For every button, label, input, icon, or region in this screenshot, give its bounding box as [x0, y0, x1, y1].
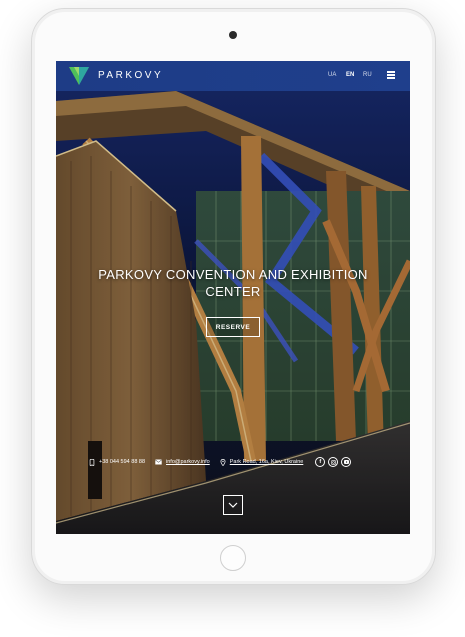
lang-en[interactable]: EN — [346, 72, 354, 78]
logo-text[interactable]: PARKOVY — [98, 70, 163, 81]
contact-email[interactable]: info@parkovy.info — [155, 459, 210, 465]
hamburger-menu-icon[interactable] — [387, 71, 395, 79]
hero-title: PARKOVY CONVENTION AND EXHIBITION CENTER — [76, 266, 390, 300]
facebook-icon[interactable]: f — [315, 457, 326, 467]
contact-phone[interactable]: +38 044 594 88 88 — [89, 458, 146, 466]
address-link[interactable]: Park Road, 16a, Kiev, Ukraine — [230, 459, 304, 465]
reserve-button[interactable]: RESERVE — [206, 317, 260, 337]
email-link[interactable]: info@parkovy.info — [166, 459, 210, 465]
lang-ru[interactable]: RU — [363, 72, 372, 78]
tablet-device: PARKOVY UA EN RU PARKOVY CONVENTION AND … — [31, 8, 436, 585]
front-camera — [229, 31, 237, 39]
parkovy-logo-icon[interactable] — [69, 67, 89, 85]
contact-address[interactable]: Park Road, 16a, Kiev, Ukraine — [220, 458, 304, 466]
home-button[interactable] — [220, 545, 246, 571]
scroll-down-button[interactable] — [223, 495, 243, 515]
phone-number: +38 044 594 88 88 — [99, 459, 146, 465]
phone-icon — [89, 458, 95, 466]
instagram-icon[interactable] — [328, 457, 339, 467]
hero-title-line2: CENTER — [205, 284, 261, 299]
mail-icon — [155, 459, 162, 465]
tablet-screen: PARKOVY UA EN RU PARKOVY CONVENTION AND … — [56, 61, 410, 534]
youtube-icon[interactable] — [341, 457, 352, 467]
lang-ua[interactable]: UA — [328, 72, 336, 78]
location-pin-icon — [220, 458, 226, 466]
social-links: f — [315, 457, 354, 467]
chevron-down-icon — [228, 502, 238, 508]
hero-title-line1: PARKOVY CONVENTION AND EXHIBITION — [98, 267, 368, 282]
site-header: PARKOVY UA EN RU — [56, 61, 410, 91]
contacts-bar: +38 044 594 88 88 info@parkovy.info Park… — [89, 455, 354, 469]
